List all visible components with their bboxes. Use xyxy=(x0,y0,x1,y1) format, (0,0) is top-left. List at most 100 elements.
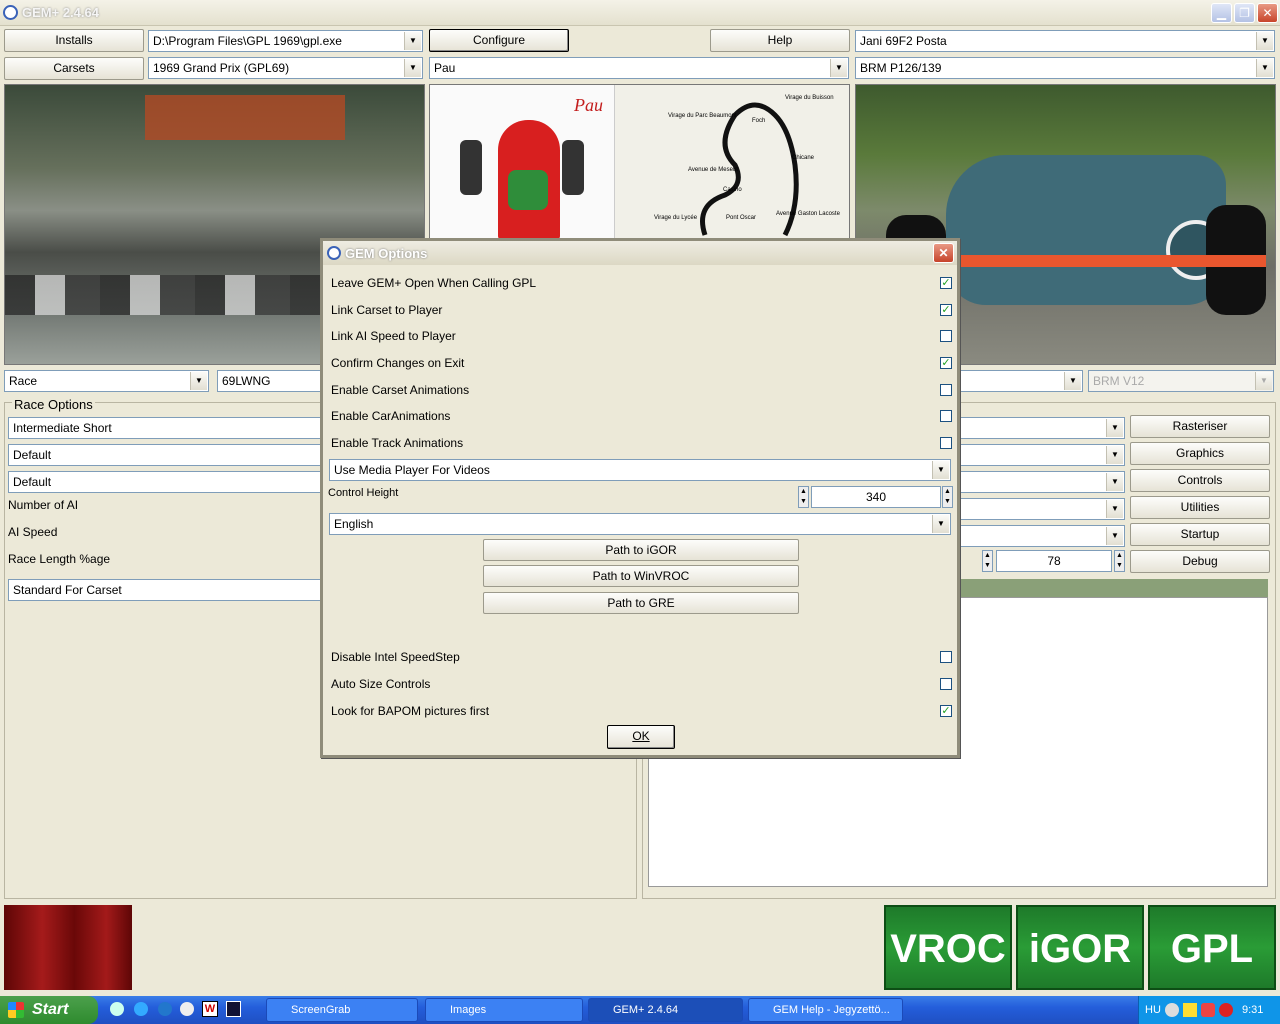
startup-button[interactable]: Startup xyxy=(1130,523,1270,546)
option-checkbox[interactable]: ✓ xyxy=(940,705,952,717)
save-icon[interactable] xyxy=(226,1001,241,1017)
chevron-down-icon: ▼ xyxy=(1106,500,1123,518)
language-select[interactable]: English ▼ xyxy=(329,513,951,535)
windows-logo-icon xyxy=(8,1002,24,1018)
right-select[interactable]: ▼ xyxy=(958,370,1083,392)
option-checkbox[interactable] xyxy=(940,410,952,422)
install-path-select[interactable]: D:\Program Files\GPL 1969\gpl.exe ▼ xyxy=(148,30,423,52)
graphics-button[interactable]: Graphics xyxy=(1130,442,1270,465)
map-label: Chicane xyxy=(792,155,815,161)
option-checkbox[interactable] xyxy=(940,384,952,396)
map-label: Foch xyxy=(752,118,766,124)
tray-icon[interactable] xyxy=(1183,1003,1197,1017)
race-option-field[interactable]: Intermediate Short xyxy=(8,417,338,439)
map-label: Avenue de Meseut xyxy=(688,167,738,173)
gpl-button[interactable]: GPL xyxy=(1148,905,1276,990)
quicklaunch-icon[interactable] xyxy=(158,1002,172,1016)
quicklaunch-icon[interactable] xyxy=(110,1002,124,1016)
control-height-field[interactable]: 340 xyxy=(811,486,941,508)
ok-button[interactable]: OK xyxy=(607,725,675,749)
option-checkbox[interactable] xyxy=(940,678,952,690)
chevron-down-icon: ▼ xyxy=(404,59,421,77)
path-winvroc-button[interactable]: Path to WinVROC xyxy=(483,565,799,587)
option-label: Leave GEM+ Open When Calling GPL xyxy=(331,276,537,290)
option-label: Enable CarAnimations xyxy=(331,409,451,423)
chevron-down-icon: ▼ xyxy=(1064,372,1081,390)
browser-icon[interactable] xyxy=(134,1002,148,1016)
option-checkbox[interactable]: ✓ xyxy=(940,357,952,369)
right-option-select[interactable]: ▼ xyxy=(958,498,1125,520)
help-button[interactable]: Help xyxy=(710,29,850,52)
carsets-button[interactable]: Carsets xyxy=(4,57,144,80)
taskbar-item-gem-help[interactable]: GEM Help - Jegyzettö... xyxy=(748,998,903,1022)
controls-button[interactable]: Controls xyxy=(1130,469,1270,492)
media-player-select[interactable]: Use Media Player For Videos ▼ xyxy=(329,459,951,481)
configure-button[interactable]: Configure xyxy=(429,29,569,52)
taskbar-item-gem[interactable]: GEM+ 2.4.64 xyxy=(588,998,743,1022)
spin-value-field[interactable]: 78 xyxy=(996,550,1112,572)
track-select[interactable]: Pau ▼ xyxy=(429,57,849,79)
option-checkbox[interactable] xyxy=(940,651,952,663)
option-label: Confirm Changes on Exit xyxy=(331,356,465,370)
minimize-button[interactable]: ▁ xyxy=(1211,3,1232,23)
race-option-field[interactable]: Default xyxy=(8,471,338,493)
spin-arrows-icon[interactable]: ▲ ▼ xyxy=(798,486,809,508)
right-option-select[interactable]: ▼ xyxy=(958,471,1125,493)
chevron-down-icon: ▼ xyxy=(1106,446,1123,464)
close-button[interactable]: ✕ xyxy=(1257,3,1278,23)
number-ai-label: Number of AI xyxy=(8,498,79,512)
right-option-select[interactable]: ▼ xyxy=(958,444,1125,466)
right-option-select[interactable]: ▼ xyxy=(958,417,1125,439)
code-field[interactable]: 69LWNG xyxy=(217,370,337,392)
igor-button[interactable]: iGOR xyxy=(1016,905,1144,990)
map-label: Pont Oscar xyxy=(726,215,757,221)
option-label: Link AI Speed to Player xyxy=(331,329,456,343)
maximize-button[interactable]: ❐ xyxy=(1234,3,1255,23)
word-icon[interactable]: W xyxy=(202,1001,218,1017)
debug-button[interactable]: Debug xyxy=(1130,550,1270,573)
utilities-button[interactable]: Utilities xyxy=(1130,496,1270,519)
track-value: Pau xyxy=(434,61,456,75)
engine-select[interactable]: BRM V12 ▼ xyxy=(1088,370,1274,392)
window-title: GEM+ 2.4.64 xyxy=(22,5,99,20)
spin-arrows-icon[interactable]: ▲ ▼ xyxy=(982,550,993,572)
taskbar-item-screengrab[interactable]: ScreenGrab xyxy=(266,998,418,1022)
media-icon[interactable] xyxy=(180,1002,194,1016)
taskbar-item-images[interactable]: Images xyxy=(425,998,583,1022)
language-value: English xyxy=(334,517,374,531)
option-checkbox[interactable]: ✓ xyxy=(940,304,952,316)
tray-icon[interactable] xyxy=(1219,1003,1233,1017)
app-icon xyxy=(3,5,18,20)
option-checkbox[interactable]: ✓ xyxy=(940,277,952,289)
session-select[interactable]: Race ▼ xyxy=(4,370,209,392)
language-indicator[interactable]: HU xyxy=(1145,1004,1161,1016)
car-select[interactable]: BRM P126/139 ▼ xyxy=(855,57,1275,79)
chevron-down-icon: ▼ xyxy=(1106,527,1123,545)
standard-field[interactable]: Standard For Carset xyxy=(8,579,338,601)
installs-button[interactable]: Installs xyxy=(4,29,144,52)
right-option-select[interactable]: ▼ xyxy=(958,525,1125,547)
app-icon xyxy=(327,246,341,260)
path-igor-button[interactable]: Path to iGOR xyxy=(483,539,799,561)
chevron-left-icon[interactable] xyxy=(1165,1003,1179,1017)
map-label: Virage du Parc Beaumont xyxy=(668,113,737,119)
shield-icon[interactable] xyxy=(1201,1003,1215,1017)
option-checkbox[interactable] xyxy=(940,437,952,449)
carset-select[interactable]: 1969 Grand Prix (GPL69) ▼ xyxy=(148,57,423,79)
spin-arrows-icon[interactable]: ▲ ▼ xyxy=(1114,550,1125,572)
chevron-down-icon: ▼ xyxy=(1255,372,1272,390)
dialog-close-button[interactable]: ✕ xyxy=(933,243,954,263)
taskbar: Start W ScreenGrab Images GEM+ 2.4.64 GE… xyxy=(0,996,1280,1024)
vroc-button[interactable]: VROC xyxy=(884,905,1012,990)
map-label: Virage du Buisson xyxy=(785,95,834,101)
taskbar-item-label: GEM Help - Jegyzettö... xyxy=(773,1004,890,1016)
chevron-down-icon: ▼ xyxy=(1256,59,1273,77)
rasteriser-button[interactable]: Rasteriser xyxy=(1130,415,1270,438)
taskbar-item-label: GEM+ 2.4.64 xyxy=(613,1004,679,1016)
spin-arrows-icon[interactable]: ▲ ▼ xyxy=(942,486,953,508)
option-checkbox[interactable] xyxy=(940,330,952,342)
race-option-field[interactable]: Default xyxy=(8,444,338,466)
path-gre-button[interactable]: Path to GRE xyxy=(483,592,799,614)
map-title: Pau xyxy=(574,95,603,115)
player-select[interactable]: Jani 69F2 Posta ▼ xyxy=(855,30,1275,52)
